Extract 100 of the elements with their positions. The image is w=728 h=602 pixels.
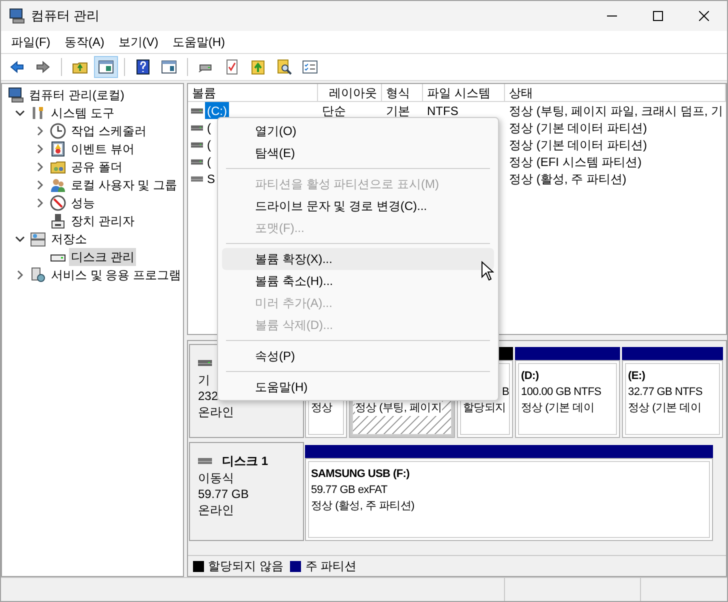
tree-item[interactable]: 공유 폴더 bbox=[69, 158, 124, 176]
menu-item[interactable]: 도움말(H) bbox=[166, 33, 231, 51]
help-icon bbox=[135, 59, 151, 75]
disk-name: 디스크 1 bbox=[222, 453, 268, 470]
toolbar-button[interactable] bbox=[94, 56, 118, 78]
chevron-right-icon[interactable] bbox=[15, 270, 25, 280]
tree-item[interactable]: 컴퓨터 관리(로컬) bbox=[27, 86, 126, 104]
table-cell[interactable]: S bbox=[205, 170, 218, 187]
disk-info: 온라인 bbox=[198, 502, 234, 518]
partition-name: SAMSUNG USB (F:) bbox=[311, 467, 410, 482]
storage-icon bbox=[30, 231, 46, 247]
menu-item[interactable]: 열기(O) bbox=[222, 120, 494, 142]
table-cell-text: 단순 bbox=[322, 102, 346, 119]
tree-item[interactable]: 이벤트 뷰어 bbox=[69, 140, 136, 158]
column-header[interactable]: 파일 시스템 bbox=[423, 84, 505, 101]
forward-arrow-icon bbox=[35, 59, 51, 75]
drive-icon bbox=[191, 106, 203, 114]
table-cell-text: 정상 (기본 데이터 파티션) bbox=[509, 120, 647, 136]
checklist-icon bbox=[224, 59, 240, 75]
menu-item[interactable]: 볼륨 확장(X)... bbox=[222, 248, 494, 270]
gauge-icon bbox=[50, 195, 66, 211]
legend-label: 주 파티션 bbox=[305, 558, 357, 575]
partition-status: 정상 (부팅, 페이지 bbox=[355, 400, 442, 416]
tree-item[interactable]: 작업 스케줄러 bbox=[69, 122, 148, 140]
device-icon bbox=[50, 213, 66, 229]
disk-info: 온라인 bbox=[198, 404, 234, 420]
partition-size: 59.77 GB exFAT bbox=[311, 483, 388, 498]
menu-item[interactable]: 파일(F) bbox=[5, 33, 56, 51]
chevron-down-icon[interactable] bbox=[15, 108, 25, 118]
partition-status: 정상 (활성, 주 파티션) bbox=[311, 499, 414, 514]
partition-size: B bbox=[502, 385, 509, 400]
table-cell-text: 정상 (부팅, 페이지 파일, 크래시 덤프, 기 bbox=[509, 102, 724, 119]
table-cell[interactable]: ( bbox=[205, 119, 213, 136]
table-cell-text: 정상 (기본 데이터 파티션) bbox=[509, 136, 647, 153]
shared-folder-icon bbox=[50, 159, 66, 175]
services-icon bbox=[30, 267, 46, 283]
partition-size: 100.00 GB NTFS bbox=[521, 385, 602, 400]
window-title: 컴퓨터 관리 bbox=[31, 7, 100, 26]
chevron-right-icon[interactable] bbox=[35, 126, 45, 136]
tree-item[interactable]: 서비스 및 응용 프로그램 bbox=[49, 266, 183, 284]
users-icon bbox=[50, 177, 66, 193]
chevron-right-icon[interactable] bbox=[35, 180, 45, 190]
folder-up-icon bbox=[250, 59, 266, 75]
drive-icon bbox=[191, 158, 203, 166]
drive-icon bbox=[191, 140, 203, 148]
chevron-right-icon[interactable] bbox=[35, 162, 45, 172]
panel-icon bbox=[161, 59, 177, 75]
panel-icon bbox=[98, 59, 114, 75]
tree-item[interactable]: 저장소 bbox=[49, 230, 89, 248]
disk-info: 기 bbox=[198, 372, 210, 388]
menu-item[interactable]: 동작(A) bbox=[58, 33, 110, 51]
computer-icon bbox=[9, 8, 25, 24]
menu-item[interactable]: 속성(P) bbox=[222, 345, 494, 367]
chevron-right-icon[interactable] bbox=[35, 198, 45, 208]
tree-item[interactable]: 시스템 도구 bbox=[49, 104, 116, 122]
table-cell-text: NTFS bbox=[427, 102, 458, 119]
column-header[interactable]: 상태 bbox=[505, 84, 726, 101]
column-header[interactable]: 볼륨 bbox=[188, 84, 318, 101]
table-cell-text: 정상 (EFI 시스템 파티션) bbox=[509, 154, 642, 170]
list-icon bbox=[302, 59, 318, 75]
tree-item[interactable]: 로컬 사용자 및 그룹 bbox=[69, 176, 180, 194]
partition-name: (E:) bbox=[628, 369, 646, 384]
back-arrow-icon bbox=[9, 59, 25, 75]
chevron-down-icon[interactable] bbox=[15, 234, 25, 244]
menu-item[interactable]: 탐색(E) bbox=[222, 142, 494, 164]
clock-icon bbox=[50, 123, 66, 139]
mouse-pointer-icon bbox=[481, 261, 494, 281]
tree-item[interactable]: 성능 bbox=[69, 194, 97, 212]
partition-size: 32.77 GB NTFS bbox=[628, 385, 702, 400]
table-cell[interactable]: (C:) bbox=[205, 102, 229, 119]
table-cell[interactable]: ( bbox=[205, 136, 213, 153]
tree-item[interactable]: 디스크 관리 bbox=[69, 248, 136, 266]
partition-status: 정상 (기본 데이 bbox=[628, 401, 702, 416]
disk-info: 59.77 GB bbox=[198, 486, 249, 502]
drive-icon bbox=[198, 359, 212, 367]
legend-label: 할당되지 않음 bbox=[208, 558, 284, 575]
column-header[interactable]: 형식 bbox=[382, 84, 423, 101]
table-cell-text: 기본 bbox=[386, 102, 410, 119]
search-icon bbox=[276, 59, 292, 75]
computer-icon bbox=[8, 87, 24, 103]
partition-status: 정상 (기본 데이 bbox=[521, 401, 594, 416]
column-header[interactable]: 레이아웃 bbox=[318, 84, 382, 101]
menu-item[interactable]: 보기(V) bbox=[112, 33, 164, 51]
menu-item[interactable]: 도움말(H) bbox=[222, 376, 494, 398]
disk-info: 이동식 bbox=[198, 470, 234, 486]
chevron-right-icon[interactable] bbox=[35, 144, 45, 154]
log-icon bbox=[50, 141, 66, 157]
drive-icon bbox=[198, 457, 212, 465]
menu-item[interactable]: 드라이브 문자 및 경로 변경(C)... bbox=[222, 195, 494, 217]
partition-status: 정상 bbox=[311, 401, 332, 416]
disk-info: 232 bbox=[198, 388, 218, 404]
table-cell-text: 정상 (활성, 주 파티션) bbox=[509, 170, 626, 187]
drive-icon bbox=[191, 124, 203, 132]
drive-icon bbox=[191, 174, 203, 182]
close-icon bbox=[699, 11, 709, 21]
partition-name: (D:) bbox=[521, 369, 539, 384]
table-cell[interactable]: ( bbox=[205, 153, 213, 170]
partition-status: 할당되지 bbox=[463, 401, 506, 416]
tree-item[interactable]: 장치 관리자 bbox=[69, 212, 136, 230]
maximize-icon bbox=[653, 11, 663, 21]
